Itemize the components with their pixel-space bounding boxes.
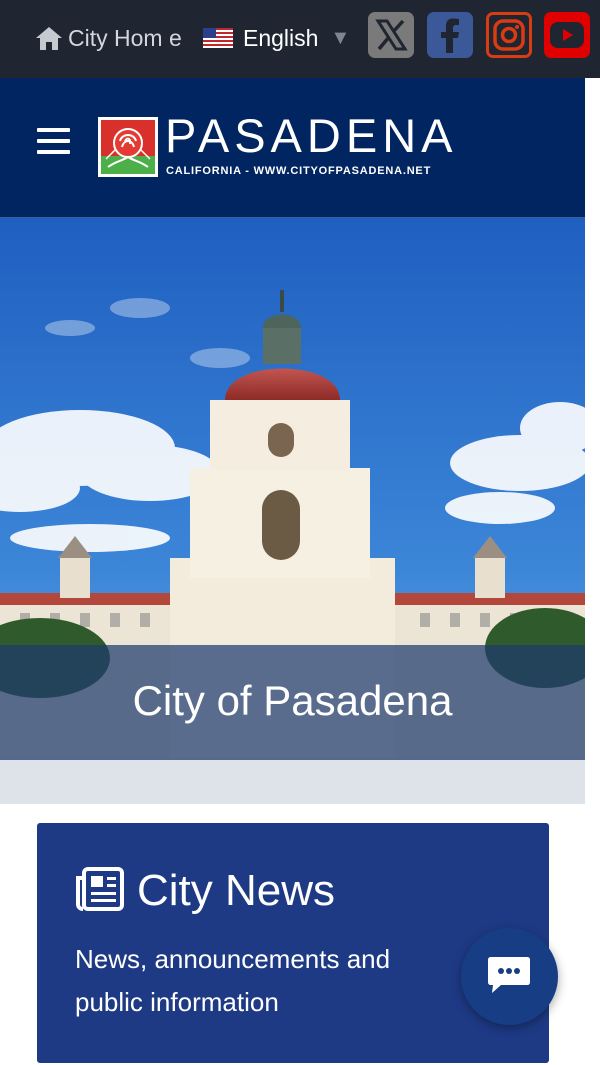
newspaper-icon	[76, 867, 124, 911]
rose-logo-icon[interactable]	[98, 117, 158, 177]
city-news-description: News, announcements and public informati…	[75, 944, 391, 1017]
menu-icon[interactable]	[37, 128, 70, 155]
city-home-label: City Hom e	[68, 24, 182, 51]
youtube-social-link[interactable]	[544, 12, 590, 58]
city-home-link[interactable]: City Hom e	[34, 22, 182, 54]
city-news-title[interactable]: City News	[137, 863, 335, 919]
top-utility-bar: City Hom e English ▼	[0, 0, 600, 78]
brand-name[interactable]: PASADENA	[165, 112, 458, 159]
instagram-social-link[interactable]	[486, 12, 532, 58]
facebook-social-link[interactable]	[427, 12, 473, 58]
facebook-icon	[441, 18, 459, 53]
youtube-icon	[550, 22, 584, 48]
home-icon	[36, 27, 62, 50]
site-header: PASADENA CALIFORNIA - WWW.CITYOFPASADENA…	[0, 78, 585, 218]
instagram-icon	[493, 19, 525, 51]
x-icon	[375, 19, 408, 51]
chat-icon	[488, 957, 530, 993]
language-label: English	[243, 24, 319, 51]
caret-down-icon: ▼	[330, 26, 351, 49]
us-flag-icon	[203, 28, 233, 48]
language-selector[interactable]: English ▼	[203, 22, 350, 54]
brand-subtitle: CALIFORNIA - WWW.CITYOFPASADENA.NET	[166, 165, 432, 177]
x-social-link[interactable]	[368, 12, 414, 58]
hero-title: City of Pasadena	[132, 677, 453, 724]
